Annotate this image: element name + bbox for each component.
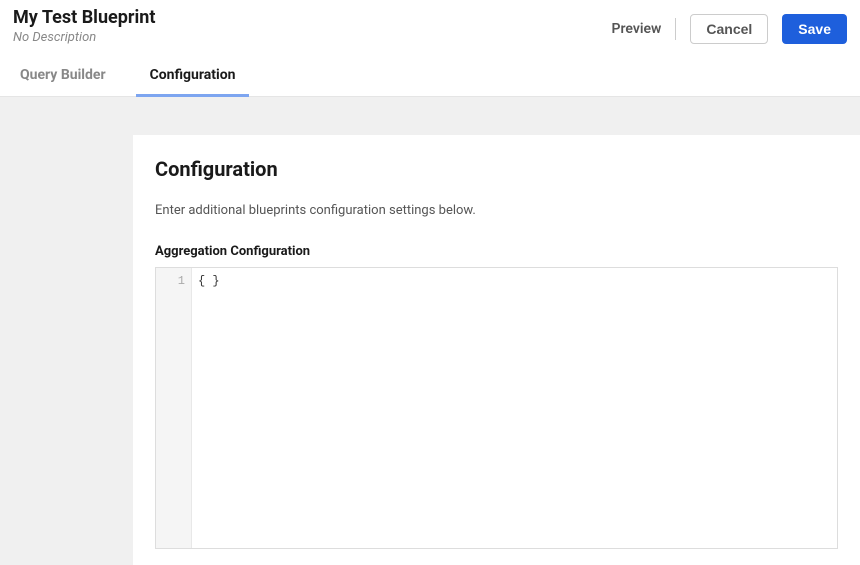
main-area: Configuration Enter additional blueprint… (0, 97, 860, 565)
tab-query-builder[interactable]: Query Builder (20, 53, 120, 96)
header-left: My Test Blueprint No Description (13, 6, 155, 45)
cancel-button[interactable]: Cancel (690, 14, 768, 44)
config-panel: Configuration Enter additional blueprint… (133, 135, 860, 565)
code-editor: 1 { } (155, 267, 838, 549)
preview-link[interactable]: Preview (612, 21, 662, 37)
page-header: My Test Blueprint No Description Preview… (0, 0, 860, 53)
aggregation-label: Aggregation Configuration (155, 244, 838, 259)
page-subtitle: No Description (13, 30, 155, 45)
line-gutter: 1 (156, 268, 192, 548)
save-button[interactable]: Save (782, 14, 847, 44)
code-input[interactable]: { } (192, 268, 837, 548)
tab-bar: Query Builder Configuration (0, 53, 860, 97)
panel-title: Configuration (155, 157, 838, 181)
divider (675, 18, 676, 40)
tab-configuration[interactable]: Configuration (136, 53, 250, 96)
line-number: 1 (156, 272, 185, 290)
page-title: My Test Blueprint (13, 6, 155, 29)
panel-description: Enter additional blueprints configuratio… (155, 203, 838, 218)
header-actions: Preview Cancel Save (612, 6, 847, 44)
